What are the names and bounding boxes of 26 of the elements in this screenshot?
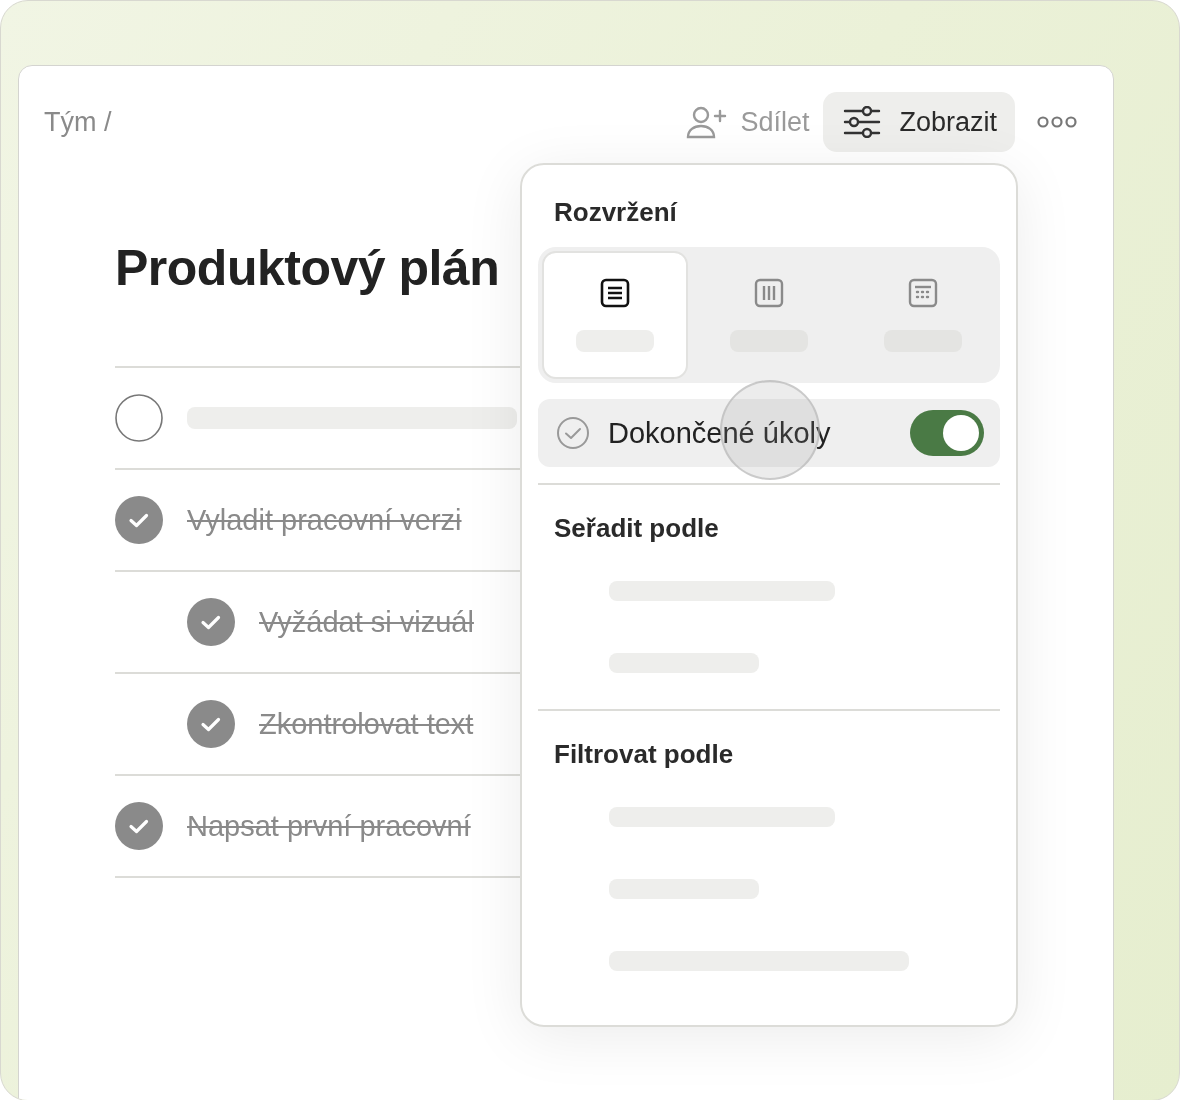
page-title: Produktový plán	[115, 239, 500, 298]
toggle-switch[interactable]	[910, 410, 984, 456]
task-title: Zkontrolovat text	[259, 707, 474, 741]
checked-circle-icon[interactable]	[187, 598, 235, 646]
check-circle-icon	[556, 416, 590, 450]
section-title: Seřadit podle	[553, 512, 720, 545]
toggle-label: Dokončené úkoly	[608, 416, 832, 450]
task-title: Napsat první pracovní	[187, 809, 471, 843]
columns-icon	[754, 278, 784, 308]
share-button[interactable]: Sdílet	[680, 105, 816, 139]
checked-circle-icon[interactable]	[115, 802, 163, 850]
view-button[interactable]: Zobrazit	[823, 92, 1015, 152]
more-icon[interactable]	[1037, 116, 1077, 128]
calendar-icon	[908, 278, 938, 308]
task-title: Vyžádat si vizuál	[259, 605, 474, 639]
list-icon	[600, 278, 630, 308]
sliders-icon	[843, 106, 882, 138]
checked-circle-icon[interactable]	[187, 700, 235, 748]
section-title: Rozvržení	[553, 196, 679, 229]
breadcrumb[interactable]: Tým /	[44, 106, 112, 138]
task-title: Vyladit pracovní verzi	[187, 503, 462, 537]
layout-option[interactable]	[542, 251, 688, 379]
checked-circle-icon[interactable]	[115, 496, 163, 544]
empty-circle-icon[interactable]	[115, 394, 163, 442]
add-person-icon	[686, 105, 729, 139]
section-title: Filtrovat podle	[553, 738, 735, 771]
